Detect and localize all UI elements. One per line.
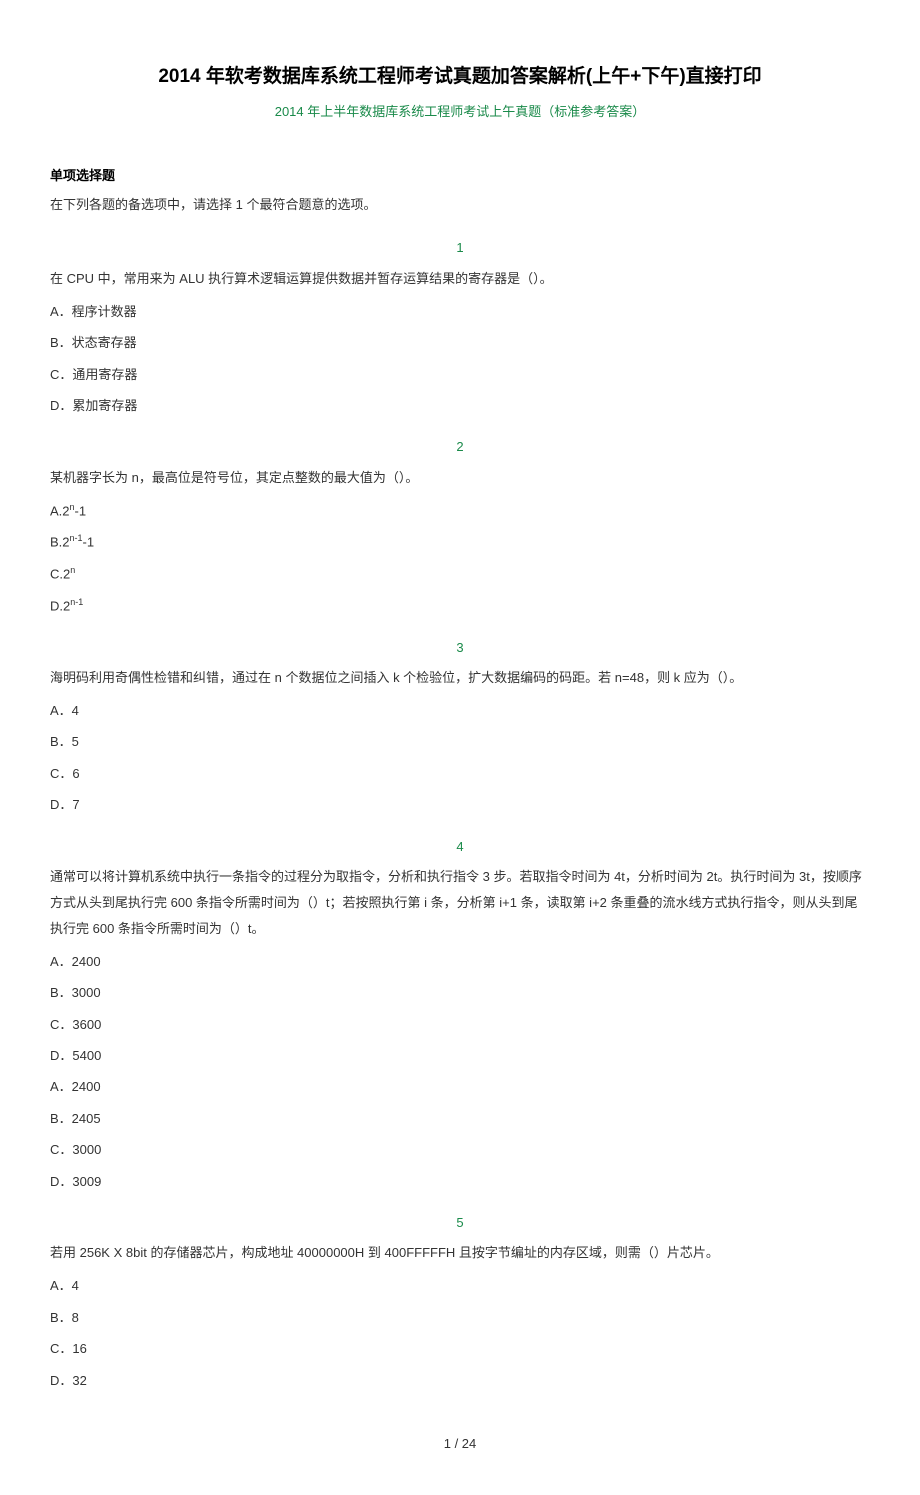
- option: B.2n-1-1: [50, 530, 870, 554]
- document-title: 2014 年软考数据库系统工程师考试真题加答案解析(上午+下午)直接打印: [50, 60, 870, 94]
- option: A．4: [50, 699, 870, 722]
- option: A．程序计数器: [50, 300, 870, 323]
- section-instruction: 在下列各题的备选项中，请选择 1 个最符合题意的选项。: [50, 193, 870, 216]
- option: B．2405: [50, 1107, 870, 1130]
- question-text: 通常可以将计算机系统中执行一条指令的过程分为取指令，分析和执行指令 3 步。若取…: [50, 864, 870, 942]
- option: C．通用寄存器: [50, 363, 870, 386]
- question-text: 某机器字长为 n，最高位是符号位，其定点整数的最大值为（）。: [50, 465, 870, 491]
- question-number: 4: [50, 835, 870, 858]
- option: B．状态寄存器: [50, 331, 870, 354]
- option: D.2n-1: [50, 594, 870, 618]
- option: A．2400: [50, 950, 870, 973]
- question-number: 5: [50, 1211, 870, 1234]
- question-text: 若用 256K X 8bit 的存储器芯片，构成地址 40000000H 到 4…: [50, 1240, 870, 1266]
- option: C．16: [50, 1337, 870, 1360]
- question-text: 海明码利用奇偶性检错和纠错，通过在 n 个数据位之间插入 k 个检验位，扩大数据…: [50, 665, 870, 691]
- option: C．3000: [50, 1138, 870, 1161]
- page-number: 1 / 24: [50, 1432, 870, 1455]
- option: A.2n-1: [50, 499, 870, 523]
- option: D．5400: [50, 1044, 870, 1067]
- option: A．2400: [50, 1075, 870, 1098]
- question-text: 在 CPU 中，常用来为 ALU 执行算术逻辑运算提供数据并暂存运算结果的寄存器…: [50, 266, 870, 292]
- option: C．3600: [50, 1013, 870, 1036]
- option: A．4: [50, 1274, 870, 1297]
- option: C．6: [50, 762, 870, 785]
- question-number: 1: [50, 236, 870, 259]
- option: C.2n: [50, 562, 870, 586]
- question-number: 3: [50, 636, 870, 659]
- option: B．3000: [50, 981, 870, 1004]
- option: D．累加寄存器: [50, 394, 870, 417]
- option: D．32: [50, 1369, 870, 1392]
- document-subtitle: 2014 年上半年数据库系统工程师考试上午真题（标准参考答案）: [50, 100, 870, 123]
- option: B．5: [50, 730, 870, 753]
- option: D．7: [50, 793, 870, 816]
- option: D．3009: [50, 1170, 870, 1193]
- option: B．8: [50, 1306, 870, 1329]
- question-number: 2: [50, 435, 870, 458]
- section-heading: 单项选择题: [50, 164, 870, 187]
